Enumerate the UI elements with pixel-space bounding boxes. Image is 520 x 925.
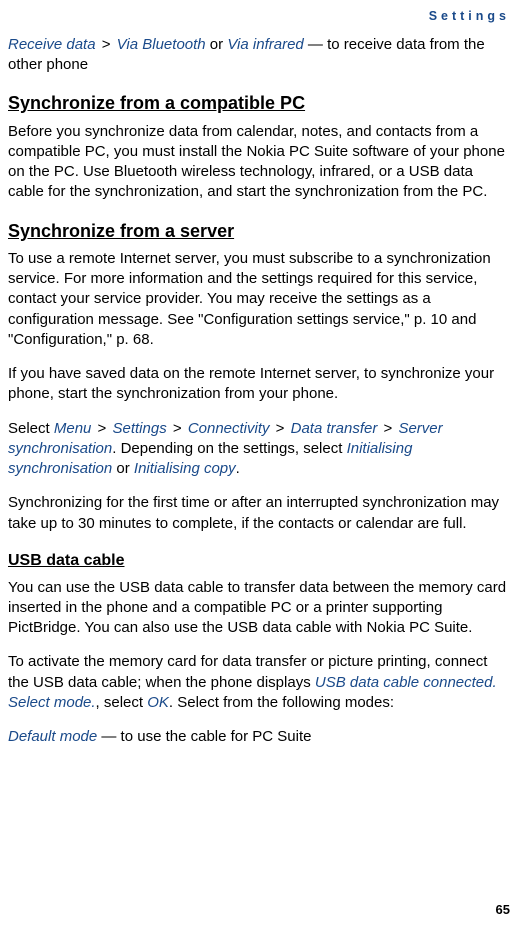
usb-default-mode: Default mode — to use the cable for PC S…	[8, 727, 510, 747]
sync-pc-heading: Synchronize from a compatible PC	[8, 91, 510, 115]
nav-menu: Menu	[54, 420, 92, 437]
usb-heading: USB data cable	[8, 550, 510, 572]
usb-p2: To activate the memory card for data tra…	[8, 652, 510, 713]
usb-p1: You can use the USB data cable to transf…	[8, 578, 510, 639]
sync-server-p1: To use a remote Internet server, you mus…	[8, 249, 510, 350]
page-header: Settings	[8, 8, 510, 25]
sync-server-p3: Select Menu > Settings > Connectivity > …	[8, 419, 510, 480]
sync-pc-body: Before you synchronize data from calenda…	[8, 122, 510, 203]
p3-end: .	[236, 460, 240, 477]
usb-p2-end: . Select from the following modes:	[169, 694, 394, 711]
nav-connectivity: Connectivity	[188, 420, 270, 437]
select-prefix: Select	[8, 420, 54, 437]
via-bluetooth-option: Via Bluetooth	[117, 36, 206, 53]
or-text: or	[112, 460, 134, 477]
nav-data-transfer: Data transfer	[291, 420, 378, 437]
intro-paragraph: Receive data > Via Bluetooth or Via infr…	[8, 35, 510, 76]
sync-server-heading: Synchronize from a server	[8, 219, 510, 243]
p3-mid: . Depending on the settings, select	[112, 440, 346, 457]
sync-server-p4: Synchronizing for the first time or afte…	[8, 493, 510, 534]
default-mode-tail: — to use the cable for PC Suite	[97, 728, 311, 745]
nav-settings: Settings	[113, 420, 167, 437]
receive-data-option: Receive data	[8, 36, 96, 53]
sync-server-p2: If you have saved data on the remote Int…	[8, 364, 510, 405]
init-copy-option: Initialising copy	[134, 460, 236, 477]
usb-p2-mid: , select	[96, 694, 148, 711]
ok-option: OK	[147, 694, 169, 711]
default-mode-option: Default mode	[8, 728, 97, 745]
via-infrared-option: Via infrared	[227, 36, 303, 53]
page-number: 65	[496, 901, 510, 919]
